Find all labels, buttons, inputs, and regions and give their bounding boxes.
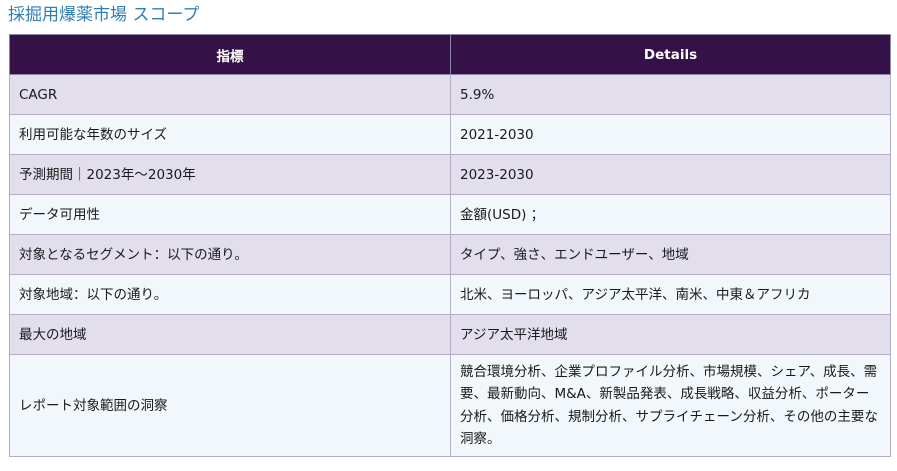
metric-cell: データ可用性 <box>9 194 451 235</box>
column-header-details: Details <box>450 34 891 75</box>
metric-cell: 対象となるセグメント：以下の通り。 <box>9 234 451 275</box>
table-row: レポート対象範囲の洞察 競合環境分析、企業プロファイル分析、市場規模、シェア、成… <box>9 354 891 457</box>
table-row: 最大の地域 アジア太平洋地域 <box>9 314 891 355</box>
table-row: CAGR 5.9% <box>9 74 891 115</box>
table-row: 対象地域：以下の通り。 北米、ヨーロッパ、アジア太平洋、南米、中東＆アフリカ <box>9 274 891 315</box>
page-title: 採掘用爆薬市場 スコープ <box>8 5 200 25</box>
detail-cell: 5.9% <box>450 74 891 115</box>
column-header-metric: 指標 <box>9 34 451 75</box>
table-row: 予測期間｜2023年～2030年 2023-2030 <box>9 154 891 195</box>
detail-cell: 金額(USD) ； <box>450 194 891 235</box>
detail-cell: タイプ、強さ、エンドユーザー、地域 <box>450 234 891 275</box>
metric-cell: 予測期間｜2023年～2030年 <box>9 154 451 195</box>
table-row: 対象となるセグメント：以下の通り。 タイプ、強さ、エンドユーザー、地域 <box>9 234 891 275</box>
detail-cell: アジア太平洋地域 <box>450 314 891 355</box>
table-header-row: 指標 Details <box>9 34 891 75</box>
metric-cell: 対象地域：以下の通り。 <box>9 274 451 315</box>
metric-cell: レポート対象範囲の洞察 <box>9 354 451 457</box>
detail-cell: 競合環境分析、企業プロファイル分析、市場規模、シェア、成長、需要、最新動向、M&… <box>450 354 891 457</box>
table-row: 利用可能な年数のサイズ 2021-2030 <box>9 114 891 155</box>
detail-cell: 2021-2030 <box>450 114 891 155</box>
detail-cell: 2023-2030 <box>450 154 891 195</box>
detail-cell: 北米、ヨーロッパ、アジア太平洋、南米、中東＆アフリカ <box>450 274 891 315</box>
metric-cell: 利用可能な年数のサイズ <box>9 114 451 155</box>
metric-cell: 最大の地域 <box>9 314 451 355</box>
table-row: データ可用性 金額(USD) ； <box>9 194 891 235</box>
scope-table: 指標 Details CAGR 5.9% 利用可能な年数のサイズ 2021-20… <box>9 34 891 457</box>
metric-cell: CAGR <box>9 74 451 115</box>
